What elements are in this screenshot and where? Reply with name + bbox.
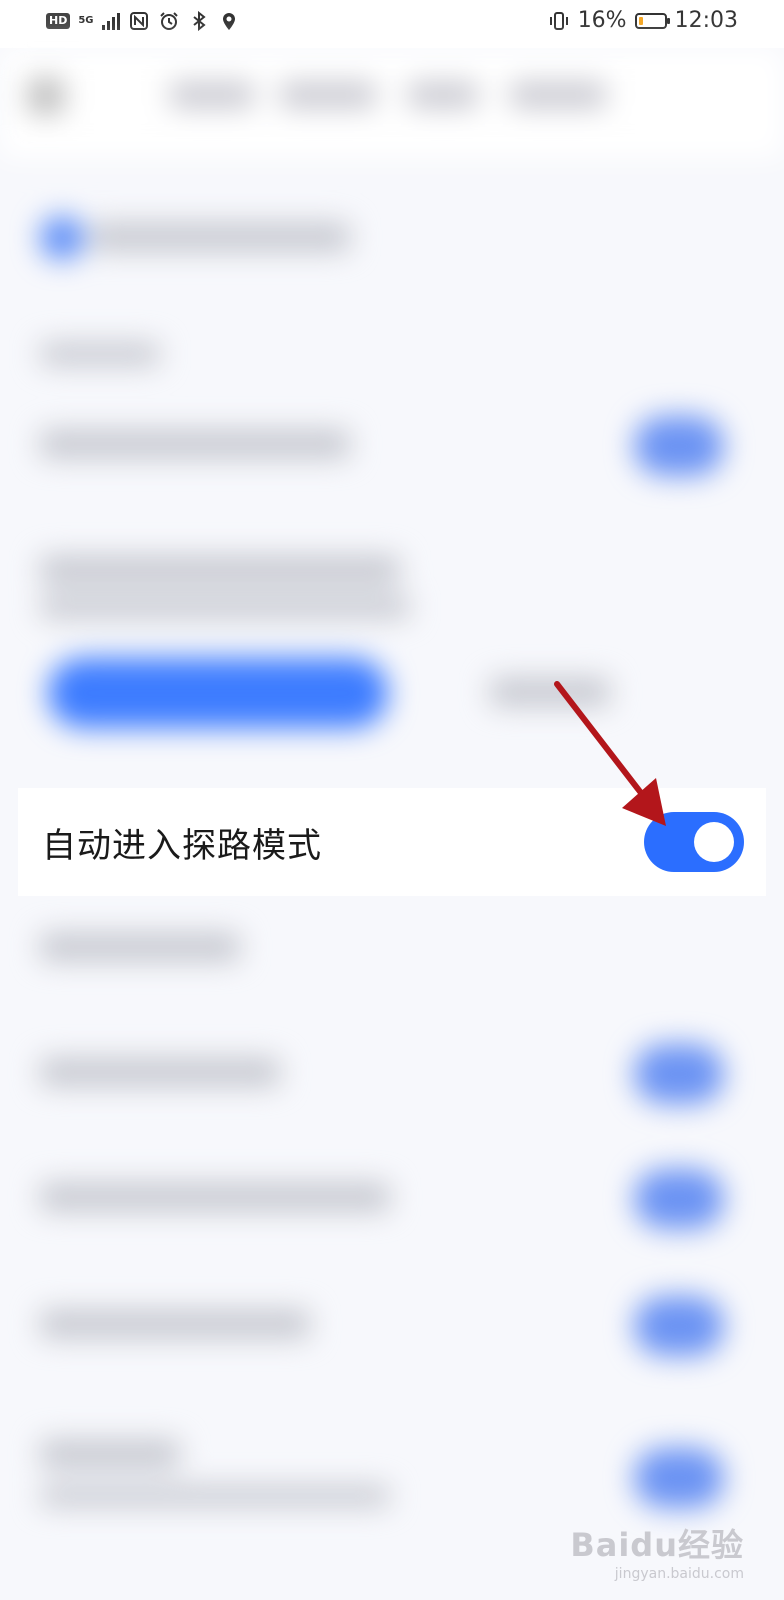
blurred-tab — [510, 82, 606, 108]
phone-screen: HD 5G 16% 12:03 自动进入探路模式 Baidu经验 jingyan… — [0, 0, 784, 1600]
blurred-tab — [408, 82, 478, 108]
blurred-row — [40, 556, 400, 584]
setting-label: 自动进入探路模式 — [42, 826, 322, 866]
battery-icon — [634, 12, 670, 29]
blurred-row — [40, 933, 240, 961]
blurred-row — [40, 1310, 310, 1338]
nfc-icon — [128, 10, 150, 32]
blurred-row — [40, 1183, 390, 1211]
blurred-dot — [40, 216, 84, 260]
blurred-row — [40, 596, 410, 618]
battery-level-fill — [638, 16, 643, 25]
back-icon — [28, 78, 64, 114]
blurred-row — [40, 1440, 180, 1468]
blurred-row — [90, 223, 350, 251]
blurred-toggle — [634, 416, 724, 476]
signal-icon — [101, 12, 120, 30]
watermark-main: Baidu经验 — [570, 1526, 744, 1564]
blurred-row — [40, 343, 160, 365]
blurred-row — [40, 430, 350, 458]
status-left-icons: HD 5G — [46, 10, 240, 32]
vibrate-icon — [548, 10, 570, 32]
bluetooth-icon — [188, 10, 210, 32]
blurred-button — [48, 658, 388, 728]
blurred-toggle — [634, 1296, 724, 1356]
watermark-logo: Baidu经验 jingyan.baidu.com — [570, 1520, 744, 1582]
blurred-row — [490, 678, 610, 706]
clock: 12:03 — [674, 8, 738, 33]
status-right-icons: 16% 12:03 — [548, 8, 738, 33]
blurred-tab — [170, 82, 254, 108]
blurred-header — [0, 48, 784, 158]
alarm-icon — [158, 10, 180, 32]
status-bar: HD 5G 16% 12:03 — [0, 0, 784, 48]
blurred-toggle — [634, 1448, 724, 1508]
location-icon — [218, 10, 240, 32]
blurred-tab — [280, 82, 376, 108]
blurred-toggle — [634, 1044, 724, 1104]
5g-label: 5G — [78, 15, 94, 26]
battery-percent: 16% — [577, 8, 627, 33]
auto-explore-toggle[interactable] — [644, 812, 744, 872]
watermark-sub: jingyan.baidu.com — [614, 1566, 744, 1582]
toggle-knob — [694, 822, 734, 862]
hd-badge: HD — [46, 13, 71, 29]
blurred-row — [40, 1058, 280, 1086]
setting-row-auto-explore: 自动进入探路模式 — [18, 788, 766, 896]
blurred-row — [40, 1486, 390, 1506]
blurred-toggle — [634, 1169, 724, 1229]
